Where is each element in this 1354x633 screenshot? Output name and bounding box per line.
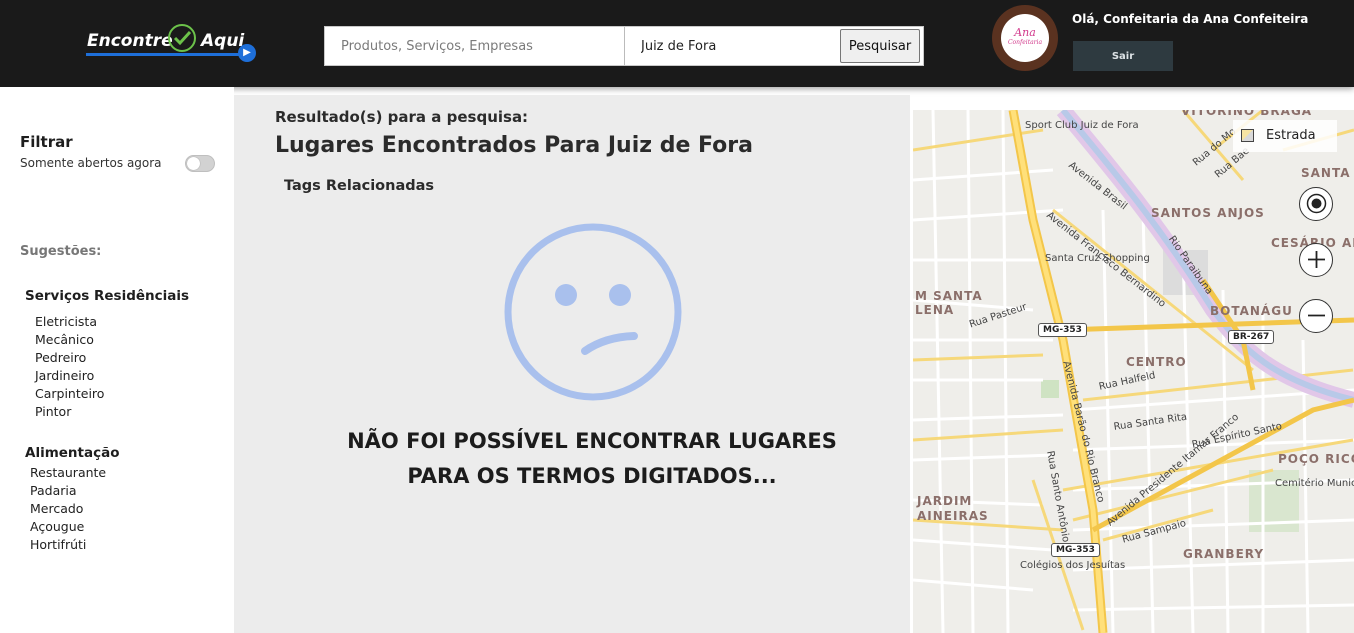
- check-icon: [168, 24, 196, 52]
- map-district-centro: CENTRO: [1126, 355, 1187, 369]
- search-button[interactable]: Pesquisar: [840, 29, 920, 63]
- map-district-aineiras: AINEIRAS: [917, 509, 989, 523]
- map-district-poco-rico: POÇO RICO: [1278, 452, 1354, 466]
- avatar-logo: Ana Confeitaria: [1001, 14, 1049, 62]
- map-district-santa-helena: M SANTA: [915, 289, 983, 303]
- map-style-button[interactable]: Estrada: [1233, 120, 1337, 152]
- user-greeting: Olá, Confeitaria da Ana Confeiteira: [1072, 12, 1309, 26]
- sad-face-icon: [504, 223, 682, 401]
- suggestion-link[interactable]: Jardineiro: [35, 367, 104, 385]
- results-label: Resultado(s) para a pesquisa:: [275, 108, 529, 126]
- suggestion-link[interactable]: Mercado: [30, 500, 106, 518]
- results-panel: Resultado(s) para a pesquisa: Lugares En…: [234, 95, 910, 633]
- map-place-sport-club: Sport Club Juiz de Fora: [1025, 120, 1139, 131]
- category-list-alimentacao: Restaurante Padaria Mercado Açougue Hort…: [30, 464, 106, 554]
- locate-icon: [1306, 193, 1326, 214]
- empty-message-line2: PARA OS TERMOS DIGITADOS...: [407, 464, 777, 488]
- suggestion-link[interactable]: Açougue: [30, 518, 106, 536]
- suggestion-link[interactable]: Eletricista: [35, 313, 104, 331]
- map-place-colegio: Colégios dos Jesuítas: [1020, 560, 1126, 571]
- suggestion-link[interactable]: Restaurante: [30, 464, 106, 482]
- category-list-servicos: Eletricista Mecânico Pedreiro Jardineiro…: [35, 313, 104, 421]
- arrow-right-icon: ▶: [238, 44, 256, 62]
- search-input[interactable]: [325, 27, 625, 65]
- search-bar: Pesquisar: [324, 26, 924, 66]
- minus-icon: [1307, 314, 1325, 317]
- suggestion-link[interactable]: Padaria: [30, 482, 106, 500]
- city-input[interactable]: [625, 27, 839, 65]
- map-district-granbery: GRANBERY: [1183, 547, 1265, 561]
- map-district-santos-anjos: SANTOS ANJOS: [1151, 206, 1265, 220]
- suggestion-link[interactable]: Hortifrúti: [30, 536, 106, 554]
- logo-underline: [86, 53, 244, 56]
- map-view[interactable]: Sport Club Juiz de Fora Santa Cruz Shopp…: [913, 110, 1354, 633]
- plus-icon: [1307, 251, 1325, 268]
- avatar-logo-name: Ana: [1014, 26, 1036, 39]
- map-district-lena: LENA: [915, 303, 955, 317]
- map-style-swatch-icon: [1241, 129, 1254, 142]
- logout-button[interactable]: Sair: [1073, 41, 1173, 71]
- map-district-botanagua: BOTANÁGU: [1210, 304, 1293, 318]
- open-now-label: Somente abertos agora: [20, 156, 162, 170]
- empty-message-line1: NÃO FOI POSSÍVEL ENCONTRAR LUGARES: [347, 429, 837, 453]
- suggestion-link[interactable]: Pedreiro: [35, 349, 104, 367]
- suggestion-link[interactable]: Carpinteiro: [35, 385, 104, 403]
- map-district-santa-c: SANTA C: [1301, 166, 1354, 180]
- logo-text-encontre: Encontre: [87, 31, 173, 51]
- open-now-toggle[interactable]: [185, 155, 215, 172]
- road-badge: MG-353: [1038, 323, 1087, 337]
- category-title-servicos: Serviços Residênciais: [25, 288, 190, 304]
- filter-title: Filtrar: [20, 133, 73, 151]
- road-badge: BR-267: [1228, 330, 1275, 344]
- map-place-cemiterio: Cemitério Municipal Nossa Senhora Aparec…: [1275, 478, 1354, 489]
- road-badge: MG-353: [1051, 543, 1100, 557]
- suggestion-link[interactable]: Pintor: [35, 403, 104, 421]
- map-district-vitorino-braga: VITORINO BRAGA: [1181, 110, 1313, 118]
- map-style-label: Estrada: [1266, 128, 1316, 143]
- top-header: Encontre Aqui ▶ Pesquisar Ana Confeitari…: [0, 0, 1354, 87]
- suggestion-link[interactable]: Mecânico: [35, 331, 104, 349]
- results-title: Lugares Encontrados Para Juiz de Fora: [275, 133, 753, 158]
- suggestions-title: Sugestões:: [20, 244, 102, 259]
- toggle-knob: [187, 157, 200, 170]
- tags-title: Tags Relacionadas: [284, 178, 435, 194]
- category-title-alimentacao: Alimentação: [25, 445, 120, 461]
- avatar[interactable]: Ana Confeitaria: [992, 5, 1058, 71]
- logo[interactable]: Encontre Aqui ▶: [84, 22, 260, 62]
- avatar-logo-sub: Confeitaria: [1007, 39, 1043, 46]
- filter-sidebar: Filtrar Somente abertos agora Sugestões:…: [0, 87, 234, 633]
- zoom-out-button[interactable]: [1299, 299, 1333, 333]
- empty-results-message: NÃO FOI POSSÍVEL ENCONTRAR LUGARES PARA …: [294, 424, 890, 494]
- zoom-in-button[interactable]: [1299, 243, 1333, 277]
- map-roads: [913, 110, 1354, 633]
- locate-button[interactable]: [1299, 187, 1333, 221]
- logo-text-aqui: Aqui: [201, 31, 245, 51]
- map-district-jardim: JARDIM: [917, 494, 973, 508]
